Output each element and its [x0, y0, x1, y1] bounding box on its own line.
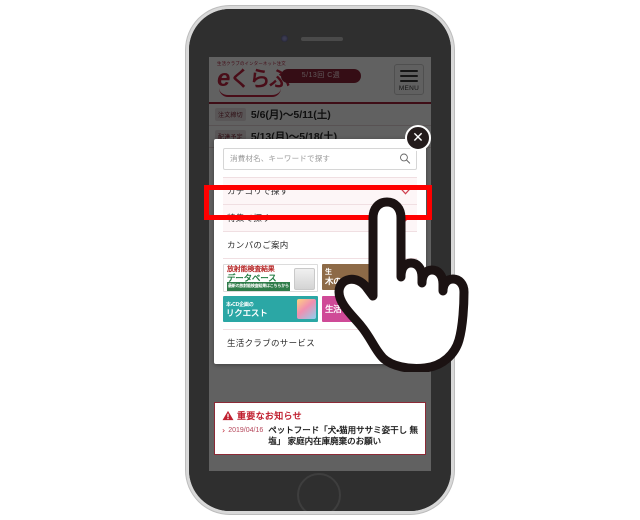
close-icon[interactable]: ✕ — [405, 125, 431, 151]
hamburger-menu-button[interactable]: MENU — [394, 64, 424, 95]
home-button-icon[interactable] — [297, 473, 341, 511]
menu-item-label: 生活クラブのサービス — [227, 338, 316, 348]
site-logo[interactable]: 生活クラブのインターネット注文 eくらぶ — [217, 61, 290, 97]
menu-item-label: カンパのご案内 — [227, 240, 289, 250]
notice-body[interactable]: › 2019/04/16 ペットフード「犬・猫用ササミ姿干し 無塩」 家庭内在庫… — [222, 425, 418, 447]
schedule-value-order-deadline: 5/6(月)〜5/11(土) — [250, 109, 331, 121]
search-section: 消費材名、キーワードで探す — [214, 139, 426, 177]
menu-button-label: MENU — [398, 85, 420, 92]
banner-text: 放射能検査結果 データベース 最新の放射能検査結果はこちらから — [224, 266, 290, 291]
search-placeholder-text: 消費材名、キーワードで探す — [230, 154, 331, 163]
notice-date: 2019/04/16 — [228, 427, 264, 434]
books-stack-icon — [297, 299, 316, 319]
measuring-device-icon — [294, 268, 315, 290]
notice-title: 重要なお知らせ — [237, 411, 302, 421]
chevron-right-icon: › — [222, 426, 226, 435]
logo-swoosh-decoration — [219, 88, 281, 97]
hamburger-menu-icon — [400, 70, 418, 82]
banner-line3: 最新の放射能検査結果はこちらから — [227, 281, 290, 291]
banner-radiation-database[interactable]: 放射能検査結果 データベース 最新の放射能検査結果はこちらから — [223, 264, 318, 292]
notice-text: ペットフード「犬・猫用ササミ姿干し 無塩」 家庭内在庫廃棄のお願い — [268, 425, 419, 446]
banner-text: 本・CD企画の リクエスト — [223, 301, 268, 317]
banner-line2: リクエスト — [226, 308, 268, 318]
warning-triangle-icon — [222, 410, 234, 421]
earpiece-speaker-icon — [301, 37, 343, 41]
pointing-hand-cursor-icon — [334, 197, 469, 372]
search-icon[interactable] — [399, 152, 411, 165]
schedule-row-order-deadline: 注文締切 5/6(月)〜5/11(土) — [209, 104, 431, 126]
important-notice-panel: 重要なお知らせ › 2019/04/16 ペットフード「犬・猫用ササミ姿干し 無… — [214, 402, 426, 455]
search-input[interactable]: 消費材名、キーワードで探す — [223, 148, 417, 170]
delivery-week-badge: 5/13回 C週 — [281, 69, 361, 83]
banner-book-cd-request[interactable]: 本・CD企画の リクエスト — [223, 296, 318, 322]
notice-header: 重要なお知らせ — [222, 409, 418, 422]
banner-line2: データベース — [227, 272, 277, 283]
site-header: 生活クラブのインターネット注文 eくらぶ 5/13回 C週 MENU — [209, 57, 431, 104]
front-camera-icon — [281, 35, 288, 42]
schedule-tag-order-deadline: 注文締切 — [215, 108, 246, 121]
